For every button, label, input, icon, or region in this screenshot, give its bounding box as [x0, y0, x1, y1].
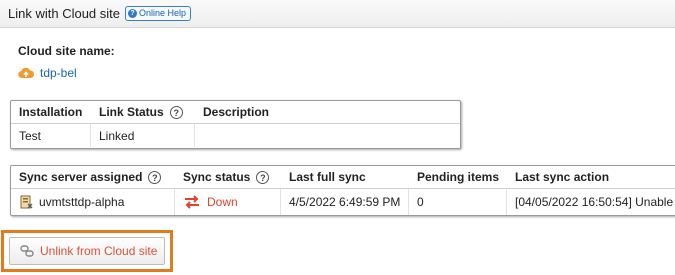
installation-table: Installation Link Status ? Description T…	[10, 100, 461, 149]
sync-status-cell: Down	[175, 189, 281, 215]
header-sync-status: Sync status ?	[175, 166, 281, 188]
unlink-button[interactable]: Unlink from Cloud site	[9, 237, 165, 265]
sync-status-down: Down	[207, 195, 238, 209]
cloud-site-name-label: Cloud site name:	[18, 44, 115, 58]
page-title: Link with Cloud site	[8, 6, 120, 21]
help-icon: ?	[128, 9, 137, 18]
last-full-sync-cell: 4/5/2022 6:49:59 PM	[281, 189, 409, 215]
table-row: uvmtsttdp-alpha Down 4/5/2022 6:49:59 PM…	[11, 189, 675, 215]
header-last-full-sync: Last full sync	[289, 170, 366, 184]
table-row: Test Linked	[11, 124, 460, 147]
unlink-chain-icon	[20, 245, 34, 257]
header-link-status: Link Status ?	[91, 101, 195, 123]
online-help-label: Online Help	[139, 8, 187, 18]
cloud-upload-icon	[18, 67, 34, 79]
cloud-site-row: tdp-bel	[18, 66, 77, 80]
header-sync-server: Sync server assigned ?	[11, 166, 175, 188]
sync-table: Sync server assigned ? Sync status ? Las…	[10, 165, 675, 216]
last-sync-action-cell: [04/05/2022 16:50:54] Unable	[515, 195, 674, 209]
link-status-cell: Linked	[91, 124, 195, 147]
installation-cell: Test	[11, 124, 91, 147]
header-installation: Installation	[19, 105, 83, 119]
sync-table-header: Sync server assigned ? Sync status ? Las…	[11, 166, 675, 189]
unlink-label: Unlink from Cloud site	[40, 244, 158, 258]
title-bar: Link with Cloud site ? Online Help	[0, 0, 675, 28]
online-help-button[interactable]: ? Online Help	[125, 6, 192, 21]
header-description: Description	[203, 105, 270, 119]
description-cell	[195, 124, 460, 147]
sync-arrows-icon	[185, 195, 199, 209]
header-pending-items: Pending items	[417, 170, 500, 184]
pending-items-cell: 0	[409, 189, 507, 215]
cloud-site-link[interactable]: tdp-bel	[40, 66, 77, 80]
sync-server-cell: uvmtsttdp-alpha	[11, 189, 175, 215]
header-last-sync-action: Last sync action	[515, 170, 610, 184]
installation-table-header: Installation Link Status ? Description	[11, 101, 460, 124]
server-icon	[20, 195, 33, 209]
sync-server-help-icon[interactable]: ?	[148, 170, 162, 184]
sync-server-name: uvmtsttdp-alpha	[39, 195, 125, 209]
sync-status-help-icon[interactable]: ?	[256, 170, 270, 184]
link-status-help-icon[interactable]: ?	[169, 105, 183, 119]
